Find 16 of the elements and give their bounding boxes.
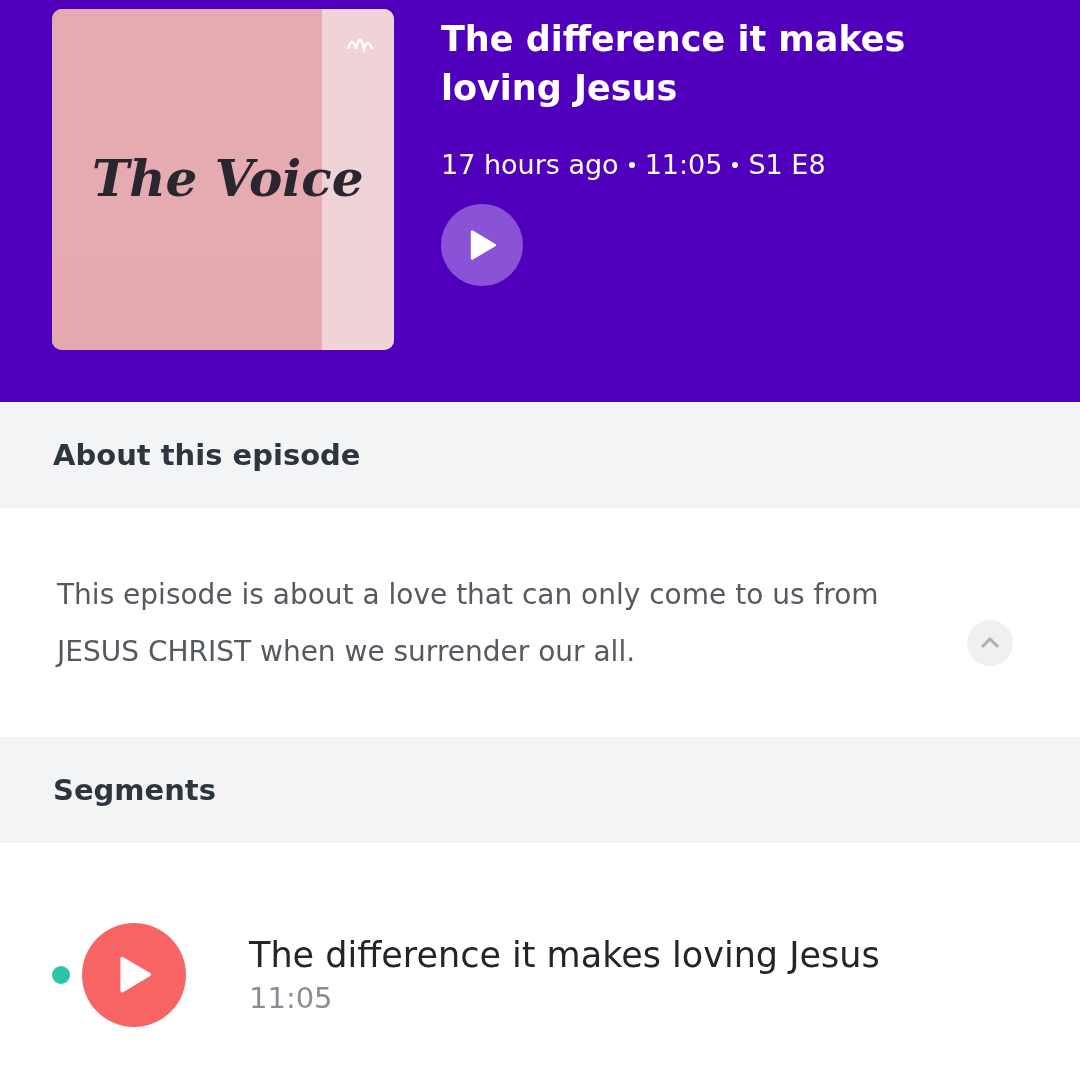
separator-dot [732, 161, 739, 168]
segment-duration: 11:05 [249, 981, 334, 1015]
section-heading: About this episode [0, 402, 1080, 508]
separator-dot [628, 161, 635, 168]
play-icon [117, 955, 151, 995]
section-heading: Segments [0, 737, 1080, 843]
play-icon [468, 228, 496, 262]
chevron-icon [980, 636, 1000, 649]
episode-meta: 11:05 [644, 149, 723, 180]
episode-meta: 17 hours ago [441, 149, 619, 180]
episode-description: This episode is about a love that can only come to us from JESUS CHRIST when we surrender our all. [57, 576, 880, 670]
episode-title: The difference it makes loving Jesus [441, 18, 907, 110]
collapse-button[interactable] [967, 619, 1013, 666]
episode-meta: S1 E8 [748, 149, 826, 180]
cover-title: The Voice [92, 149, 364, 208]
segment-title: The difference it makes loving Jesus [249, 935, 880, 975]
